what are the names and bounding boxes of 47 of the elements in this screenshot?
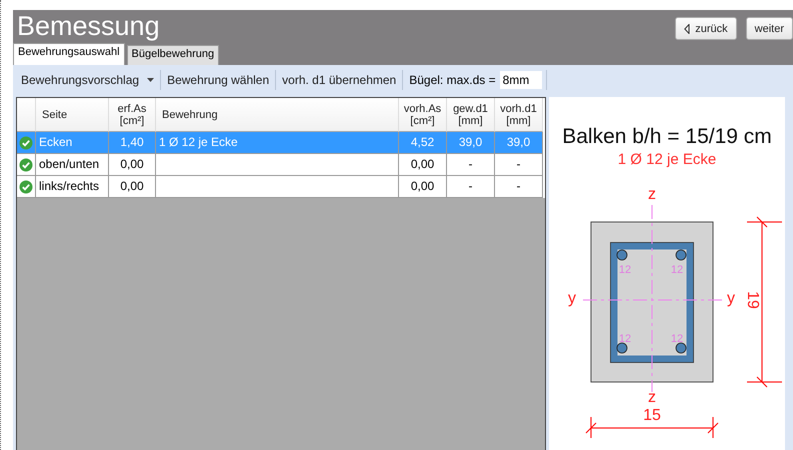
table-cell: 1 Ø 12 je Ecke	[156, 132, 399, 154]
table-cell: oben/unten	[36, 154, 109, 176]
corner-header	[17, 98, 36, 132]
toolbar-button[interactable]: vorh. d1 übernehmen	[276, 73, 402, 87]
dropdown-button[interactable]: Bewehrungsvorschlag	[15, 73, 160, 87]
section-title: Balken b/h = 15/19 cm	[562, 125, 772, 149]
toolbar-button[interactable]: Bewehrung wählen	[161, 73, 276, 87]
reinforcement-caption: 1 Ø 12 je Ecke	[618, 151, 716, 168]
caret-icon	[147, 78, 154, 82]
back-arrow-icon	[684, 24, 690, 34]
column-header: vorh.d1 [mm]	[495, 98, 543, 132]
table-cell: -	[447, 154, 495, 176]
tab[interactable]: Bügelbewehrung	[126, 45, 220, 65]
table-cell: 0,00	[399, 176, 447, 198]
table-cell: 0,00	[109, 154, 156, 176]
column-header: Seite	[36, 98, 109, 132]
nav-button[interactable]: zurück	[675, 17, 737, 40]
table-cell: -	[447, 176, 495, 198]
tab[interactable]: Bewehrungsauswahl	[13, 43, 125, 65]
column-header: vorh.As [cm²]	[399, 98, 447, 132]
bar-label: 12	[670, 264, 683, 276]
bar-label: 12	[618, 333, 631, 345]
table-cell: links/rechts	[36, 176, 109, 198]
table-cell: -	[495, 154, 543, 176]
page-title: Bemessung	[16, 10, 160, 43]
height-label: 19	[744, 291, 760, 309]
column-header: erf.As [cm²]	[109, 98, 156, 132]
table-cell: 4,52	[399, 132, 447, 154]
table-cell: 39,0	[447, 132, 495, 154]
axis-label: y	[726, 290, 734, 307]
width-label: 15	[642, 407, 660, 424]
column-header: Bewehrung	[156, 98, 399, 132]
column-header: gew.d1 [mm]	[447, 98, 495, 132]
table-cell: 0,00	[399, 154, 447, 176]
table-cell: -	[495, 176, 543, 198]
axis-label: y	[568, 290, 576, 307]
table-cell: Ecken	[36, 132, 109, 154]
bar-label: 12	[618, 264, 631, 276]
table-cell: 1,40	[109, 132, 156, 154]
diameter-field[interactable]: 8mm	[500, 71, 542, 89]
bar-label: 12	[670, 333, 683, 345]
table-cell: 39,0	[495, 132, 543, 154]
axis-label: z	[648, 389, 656, 406]
nav-button[interactable]: weiter	[746, 17, 793, 40]
field-label: Bügel: max.ds =	[408, 73, 497, 87]
axis-label: z	[648, 186, 656, 203]
table-cell: 0,00	[109, 176, 156, 198]
